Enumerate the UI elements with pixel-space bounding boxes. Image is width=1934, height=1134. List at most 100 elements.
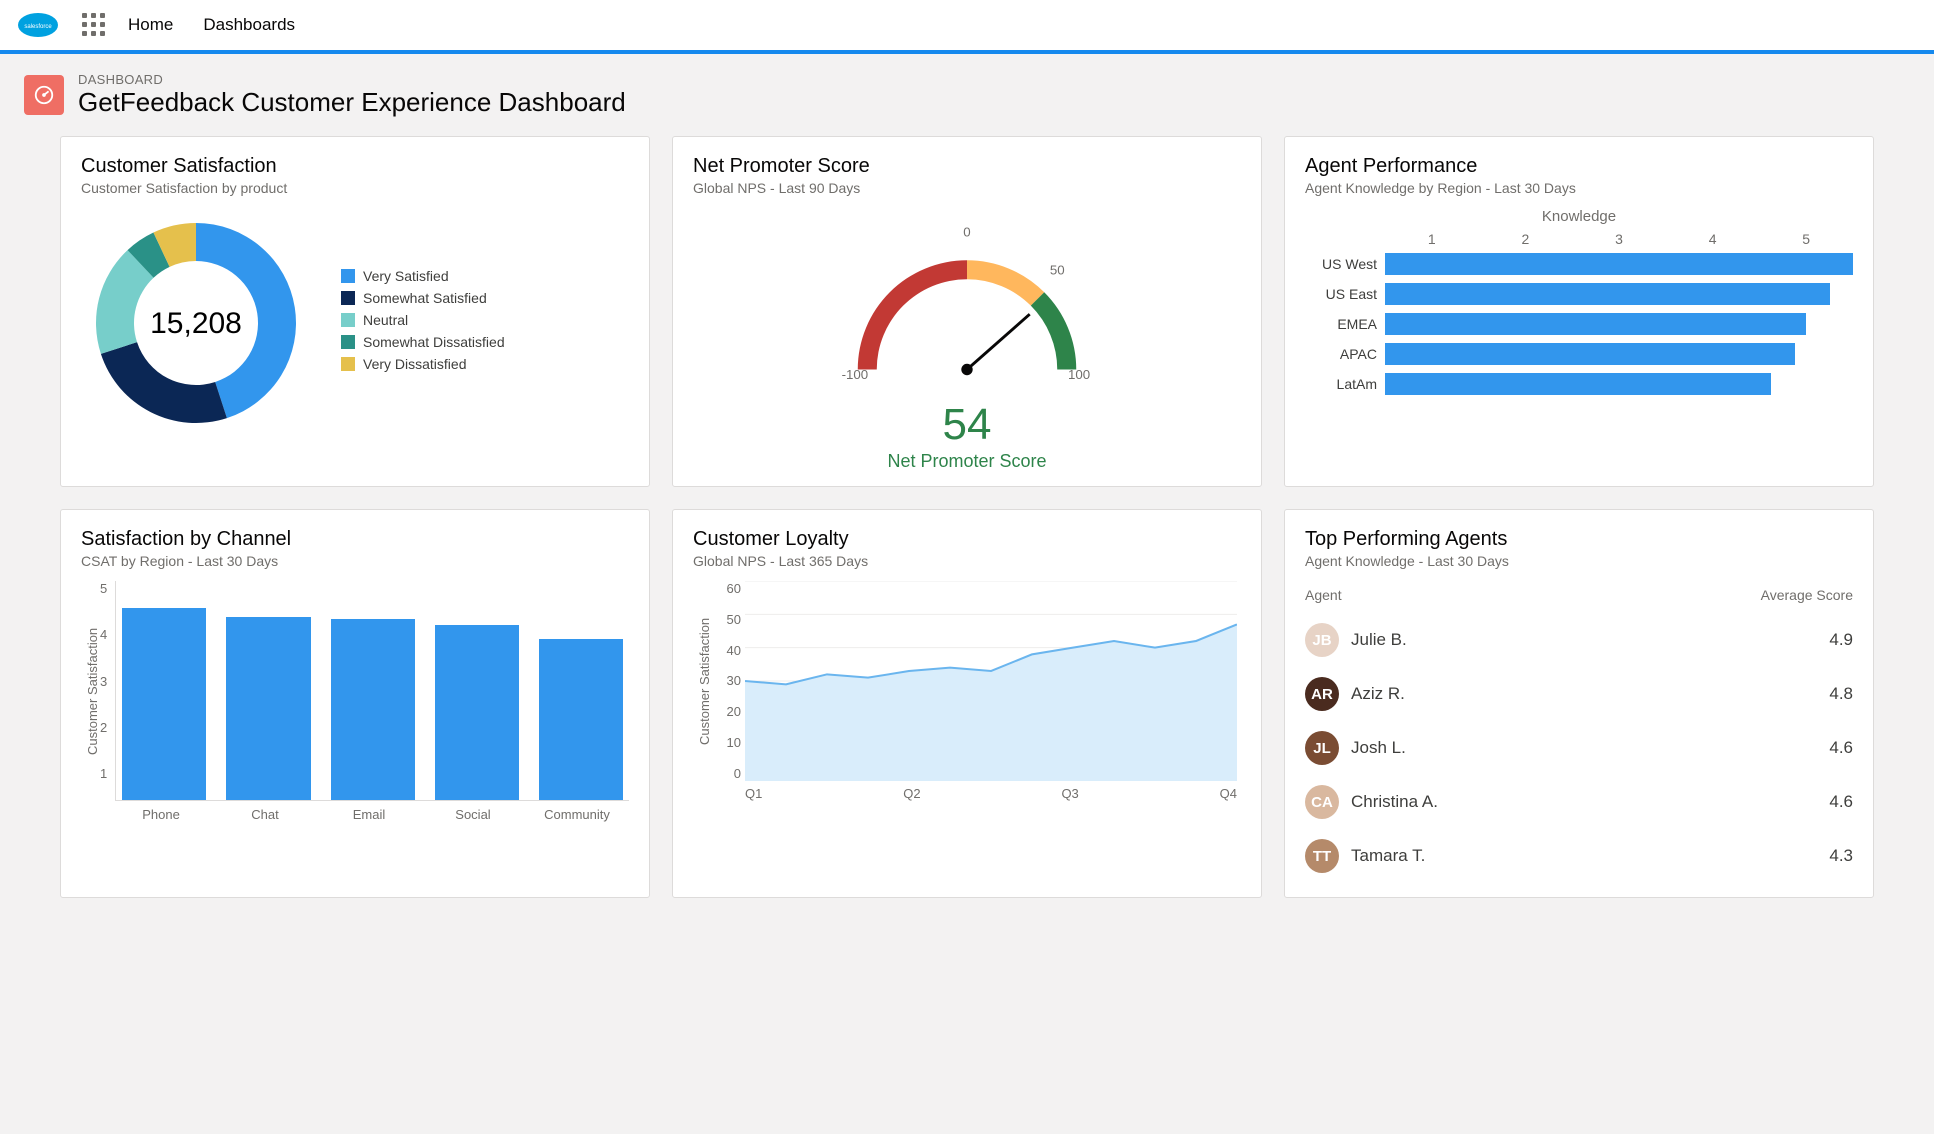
xtick: Community bbox=[525, 807, 629, 822]
col-agent: Agent bbox=[1305, 587, 1342, 603]
hbar-row: US West bbox=[1305, 253, 1853, 275]
app-launcher-icon[interactable] bbox=[82, 13, 106, 37]
agent-table: Agent Average Score JBJulie B.4.9ARAziz … bbox=[1305, 581, 1853, 883]
ytick: 0 bbox=[711, 766, 741, 781]
nav-dashboards[interactable]: Dashboards bbox=[203, 15, 295, 35]
donut-chart: 15,208 bbox=[81, 208, 311, 438]
salesforce-logo: salesforce bbox=[16, 10, 60, 40]
gauge-zone bbox=[858, 260, 967, 369]
gauge-needle-pivot bbox=[961, 364, 972, 375]
legend-label: Very Dissatisfied bbox=[363, 356, 466, 372]
card-top-agents: Top Performing Agents Agent Knowledge - … bbox=[1284, 509, 1874, 898]
card-subtitle: CSAT by Region - Last 30 Days bbox=[81, 553, 629, 569]
gauge-needle-line bbox=[967, 314, 1030, 369]
hbar-label: LatAm bbox=[1305, 376, 1385, 392]
legend-label: Somewhat Dissatisfied bbox=[363, 334, 505, 350]
ytick: 1 bbox=[100, 766, 107, 781]
hbar-label: EMEA bbox=[1305, 316, 1385, 332]
scale-tick: 5 bbox=[1759, 231, 1853, 247]
bar-ylabel: Customer Satisfaction bbox=[81, 581, 100, 801]
avatar: JB bbox=[1305, 623, 1339, 657]
agent-score: 4.6 bbox=[1829, 738, 1853, 758]
legend-swatch-neutral bbox=[341, 313, 355, 327]
bar-xlabels: PhoneChatEmailSocialCommunity bbox=[81, 801, 629, 822]
nps-label: Net Promoter Score bbox=[693, 451, 1241, 472]
area-yaxis: 6050403020100 bbox=[711, 581, 741, 781]
gauge-zone bbox=[1031, 292, 1076, 369]
dashboard-grid: Customer Satisfaction Customer Satisfact… bbox=[0, 136, 1934, 928]
legend-label: Neutral bbox=[363, 312, 408, 328]
hbar-row: LatAm bbox=[1305, 373, 1853, 395]
card-subtitle: Global NPS - Last 365 Days bbox=[693, 553, 1241, 569]
agent-row[interactable]: JBJulie B.4.9 bbox=[1305, 613, 1853, 667]
hbar-axis-label: Knowledge bbox=[1305, 208, 1853, 225]
primary-nav: Home Dashboards bbox=[128, 15, 295, 35]
hbar-chart: US West US East EMEA APAC LatAm bbox=[1305, 253, 1853, 395]
legend-swatch-very-dissatisfied bbox=[341, 357, 355, 371]
card-title: Top Performing Agents bbox=[1305, 528, 1853, 551]
card-title: Customer Loyalty bbox=[693, 528, 1241, 551]
xtick: Chat bbox=[213, 807, 317, 822]
bar-column bbox=[435, 581, 519, 800]
bar-column bbox=[539, 581, 623, 800]
xtick: Q2 bbox=[903, 786, 920, 801]
bar-fill bbox=[122, 608, 206, 800]
agent-row[interactable]: TTTamara T.4.3 bbox=[1305, 829, 1853, 883]
hbar-label: APAC bbox=[1305, 346, 1385, 362]
card-customer-satisfaction: Customer Satisfaction Customer Satisfact… bbox=[60, 136, 650, 487]
hbar-fill bbox=[1385, 253, 1853, 275]
agent-row[interactable]: JLJosh L.4.6 bbox=[1305, 721, 1853, 775]
agent-row[interactable]: ARAziz R.4.8 bbox=[1305, 667, 1853, 721]
area-ylabel: Customer Satisfaction bbox=[693, 581, 712, 781]
hbar-row: US East bbox=[1305, 283, 1853, 305]
ytick: 20 bbox=[711, 704, 741, 719]
agent-name: Josh L. bbox=[1351, 738, 1406, 758]
agent-row[interactable]: CAChristina A.4.6 bbox=[1305, 775, 1853, 829]
bar-fill bbox=[331, 619, 415, 800]
legend-label: Very Satisfied bbox=[363, 268, 449, 284]
card-satisfaction-by-channel: Satisfaction by Channel CSAT by Region -… bbox=[60, 509, 650, 898]
xtick: Social bbox=[421, 807, 525, 822]
ytick: 4 bbox=[100, 627, 107, 642]
bar-fill bbox=[539, 639, 623, 801]
gauge-tick-min: -100 bbox=[842, 367, 869, 382]
card-title: Customer Satisfaction bbox=[81, 155, 629, 178]
hbar-fill bbox=[1385, 373, 1771, 395]
col-score: Average Score bbox=[1761, 587, 1853, 603]
ytick: 40 bbox=[711, 643, 741, 658]
bar-fill bbox=[435, 625, 519, 800]
scale-tick: 1 bbox=[1385, 231, 1479, 247]
donut-slice bbox=[101, 342, 227, 423]
hbar-label: US West bbox=[1305, 256, 1385, 272]
hbar-fill bbox=[1385, 313, 1806, 335]
scale-tick: 2 bbox=[1479, 231, 1573, 247]
gauge-tick-50: 50 bbox=[1050, 263, 1065, 278]
ytick: 10 bbox=[711, 735, 741, 750]
hbar-row: APAC bbox=[1305, 343, 1853, 365]
card-customer-loyalty: Customer Loyalty Global NPS - Last 365 D… bbox=[672, 509, 1262, 898]
donut-legend: Very Satisfied Somewhat Satisfied Neutra… bbox=[341, 268, 505, 378]
donut-total: 15,208 bbox=[150, 307, 242, 340]
scale-tick: 3 bbox=[1572, 231, 1666, 247]
hbar-fill bbox=[1385, 283, 1830, 305]
gauge-tick-max: 100 bbox=[1068, 367, 1090, 382]
xtick: Q1 bbox=[745, 786, 762, 801]
card-subtitle: Agent Knowledge by Region - Last 30 Days bbox=[1305, 180, 1853, 196]
page-header: DASHBOARD GetFeedback Customer Experienc… bbox=[0, 54, 1934, 136]
nav-home[interactable]: Home bbox=[128, 15, 173, 35]
gauge-chart: -100 0 50 100 bbox=[693, 208, 1241, 398]
scale-tick: 4 bbox=[1666, 231, 1760, 247]
bar-yaxis: 54321 bbox=[100, 581, 115, 801]
hbar-fill bbox=[1385, 343, 1795, 365]
gauge-tick-zero: 0 bbox=[963, 225, 970, 240]
agent-name: Julie B. bbox=[1351, 630, 1407, 650]
xtick: Q3 bbox=[1061, 786, 1078, 801]
legend-swatch-very-satisfied bbox=[341, 269, 355, 283]
legend-swatch-somewhat-satisfied bbox=[341, 291, 355, 305]
ytick: 60 bbox=[711, 581, 741, 596]
ytick: 30 bbox=[711, 673, 741, 688]
card-nps: Net Promoter Score Global NPS - Last 90 … bbox=[672, 136, 1262, 487]
bar-column bbox=[331, 581, 415, 800]
nps-value: 54 bbox=[693, 403, 1241, 447]
global-header: salesforce Home Dashboards bbox=[0, 0, 1934, 54]
